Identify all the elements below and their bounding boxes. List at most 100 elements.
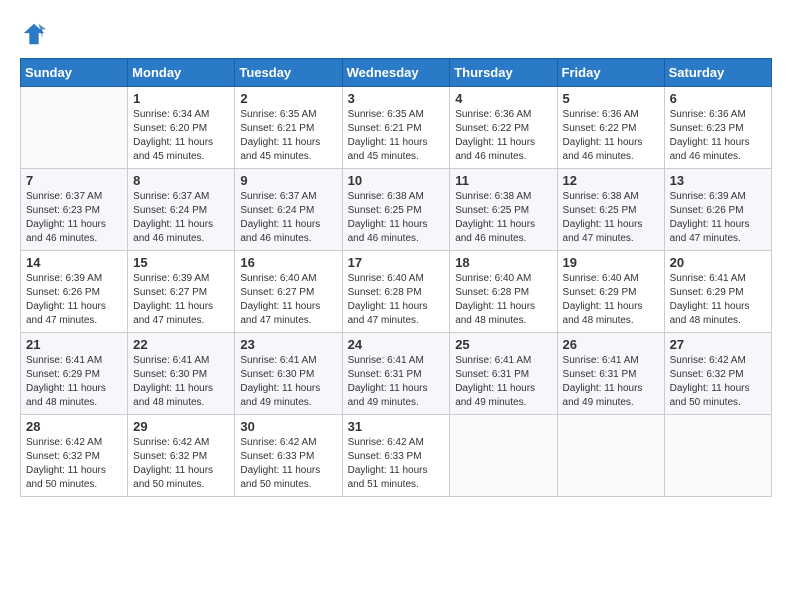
calendar-day-cell: 26 Sunrise: 6:41 AMSunset: 6:31 PMDayligh… xyxy=(557,333,664,415)
day-number: 2 xyxy=(240,91,336,106)
calendar-day-cell xyxy=(21,87,128,169)
weekday-header: Monday xyxy=(128,59,235,87)
calendar-day-cell: 4 Sunrise: 6:36 AMSunset: 6:22 PMDaylight… xyxy=(450,87,557,169)
logo xyxy=(20,20,52,48)
day-number: 13 xyxy=(670,173,766,188)
day-number: 7 xyxy=(26,173,122,188)
calendar-day-cell: 25 Sunrise: 6:41 AMSunset: 6:31 PMDayligh… xyxy=(450,333,557,415)
calendar-day-cell: 17 Sunrise: 6:40 AMSunset: 6:28 PMDayligh… xyxy=(342,251,450,333)
calendar-table: SundayMondayTuesdayWednesdayThursdayFrid… xyxy=(20,58,772,497)
day-number: 4 xyxy=(455,91,551,106)
day-number: 9 xyxy=(240,173,336,188)
day-number: 16 xyxy=(240,255,336,270)
weekday-header: Saturday xyxy=(664,59,771,87)
day-info: Sunrise: 6:42 AMSunset: 6:32 PMDaylight:… xyxy=(670,354,766,410)
calendar-day-cell: 7 Sunrise: 6:37 AMSunset: 6:23 PMDaylight… xyxy=(21,169,128,251)
calendar-day-cell xyxy=(450,415,557,497)
calendar-day-cell xyxy=(664,415,771,497)
calendar-day-cell: 19Sunrise: 6:40 AMSunset: 6:29 PMDayligh… xyxy=(557,251,664,333)
day-number: 27 xyxy=(670,337,766,352)
day-number: 28 xyxy=(26,419,122,434)
weekday-header: Friday xyxy=(557,59,664,87)
day-info: Sunrise: 6:38 AMSunset: 6:25 PMDaylight:… xyxy=(563,190,659,246)
day-info: Sunrise: 6:41 AMSunset: 6:31 PMDaylight:… xyxy=(348,354,445,410)
calendar-day-cell: 15 Sunrise: 6:39 AMSunset: 6:27 PMDayligh… xyxy=(128,251,235,333)
day-info: Sunrise: 6:41 AMSunset: 6:29 PMDaylight:… xyxy=(26,354,122,410)
day-info: Sunrise: 6:41 AMSunset: 6:31 PMDaylight:… xyxy=(563,354,659,410)
day-number: 17 xyxy=(348,255,445,270)
calendar-day-cell: 2 Sunrise: 6:35 AMSunset: 6:21 PMDaylight… xyxy=(235,87,342,169)
day-number: 25 xyxy=(455,337,551,352)
day-info: Sunrise: 6:39 AMSunset: 6:27 PMDaylight:… xyxy=(133,272,229,328)
calendar-day-cell: 23 Sunrise: 6:41 AMSunset: 6:30 PMDayligh… xyxy=(235,333,342,415)
calendar-day-cell: 30Sunrise: 6:42 AMSunset: 6:33 PMDayligh… xyxy=(235,415,342,497)
day-number: 15 xyxy=(133,255,229,270)
calendar-day-cell: 16 Sunrise: 6:40 AMSunset: 6:27 PMDayligh… xyxy=(235,251,342,333)
weekday-header: Tuesday xyxy=(235,59,342,87)
calendar-day-cell: 14 Sunrise: 6:39 AMSunset: 6:26 PMDayligh… xyxy=(21,251,128,333)
day-info: Sunrise: 6:40 AMSunset: 6:27 PMDaylight:… xyxy=(240,272,336,328)
weekday-header: Wednesday xyxy=(342,59,450,87)
day-info: Sunrise: 6:41 AMSunset: 6:29 PMDaylight:… xyxy=(670,272,766,328)
calendar-day-cell: 20 Sunrise: 6:41 AMSunset: 6:29 PMDayligh… xyxy=(664,251,771,333)
day-info: Sunrise: 6:41 AMSunset: 6:30 PMDaylight:… xyxy=(240,354,336,410)
day-number: 18 xyxy=(455,255,551,270)
day-info: Sunrise: 6:40 AMSunset: 6:29 PMDaylight:… xyxy=(563,272,659,328)
day-number: 30 xyxy=(240,419,336,434)
day-info: Sunrise: 6:42 AMSunset: 6:33 PMDaylight:… xyxy=(348,436,445,492)
calendar-day-cell: 28 Sunrise: 6:42 AMSunset: 6:32 PMDayligh… xyxy=(21,415,128,497)
day-info: Sunrise: 6:41 AMSunset: 6:30 PMDaylight:… xyxy=(133,354,229,410)
calendar-day-cell: 8 Sunrise: 6:37 AMSunset: 6:24 PMDaylight… xyxy=(128,169,235,251)
calendar-header-row: SundayMondayTuesdayWednesdayThursdayFrid… xyxy=(21,59,772,87)
day-number: 8 xyxy=(133,173,229,188)
day-info: Sunrise: 6:39 AMSunset: 6:26 PMDaylight:… xyxy=(26,272,122,328)
page-header xyxy=(20,20,772,48)
day-info: Sunrise: 6:42 AMSunset: 6:32 PMDaylight:… xyxy=(26,436,122,492)
day-number: 6 xyxy=(670,91,766,106)
day-info: Sunrise: 6:39 AMSunset: 6:26 PMDaylight:… xyxy=(670,190,766,246)
day-info: Sunrise: 6:37 AMSunset: 6:23 PMDaylight:… xyxy=(26,190,122,246)
day-info: Sunrise: 6:41 AMSunset: 6:31 PMDaylight:… xyxy=(455,354,551,410)
calendar-day-cell: 12 Sunrise: 6:38 AMSunset: 6:25 PMDayligh… xyxy=(557,169,664,251)
calendar-day-cell: 5 Sunrise: 6:36 AMSunset: 6:22 PMDaylight… xyxy=(557,87,664,169)
day-number: 14 xyxy=(26,255,122,270)
day-info: Sunrise: 6:37 AMSunset: 6:24 PMDaylight:… xyxy=(240,190,336,246)
logo-icon xyxy=(20,20,48,48)
day-info: Sunrise: 6:36 AMSunset: 6:22 PMDaylight:… xyxy=(563,108,659,164)
calendar-day-cell: 27 Sunrise: 6:42 AMSunset: 6:32 PMDayligh… xyxy=(664,333,771,415)
day-info: Sunrise: 6:42 AMSunset: 6:32 PMDaylight:… xyxy=(133,436,229,492)
calendar-day-cell: 1Sunrise: 6:34 AMSunset: 6:20 PMDaylight… xyxy=(128,87,235,169)
weekday-header: Sunday xyxy=(21,59,128,87)
day-number: 26 xyxy=(563,337,659,352)
day-info: Sunrise: 6:35 AMSunset: 6:21 PMDaylight:… xyxy=(348,108,445,164)
calendar-day-cell: 24 Sunrise: 6:41 AMSunset: 6:31 PMDayligh… xyxy=(342,333,450,415)
day-info: Sunrise: 6:36 AMSunset: 6:23 PMDaylight:… xyxy=(670,108,766,164)
calendar-day-cell: 18 Sunrise: 6:40 AMSunset: 6:28 PMDayligh… xyxy=(450,251,557,333)
day-number: 24 xyxy=(348,337,445,352)
day-number: 29 xyxy=(133,419,229,434)
day-number: 11 xyxy=(455,173,551,188)
calendar-day-cell: 22Sunrise: 6:41 AMSunset: 6:30 PMDayligh… xyxy=(128,333,235,415)
calendar-week-row: 1Sunrise: 6:34 AMSunset: 6:20 PMDaylight… xyxy=(21,87,772,169)
calendar-day-cell: 10Sunrise: 6:38 AMSunset: 6:25 PMDayligh… xyxy=(342,169,450,251)
calendar-week-row: 14 Sunrise: 6:39 AMSunset: 6:26 PMDayligh… xyxy=(21,251,772,333)
day-info: Sunrise: 6:40 AMSunset: 6:28 PMDaylight:… xyxy=(455,272,551,328)
day-info: Sunrise: 6:40 AMSunset: 6:28 PMDaylight:… xyxy=(348,272,445,328)
day-info: Sunrise: 6:37 AMSunset: 6:24 PMDaylight:… xyxy=(133,190,229,246)
day-number: 12 xyxy=(563,173,659,188)
calendar-day-cell: 3Sunrise: 6:35 AMSunset: 6:21 PMDaylight… xyxy=(342,87,450,169)
day-info: Sunrise: 6:35 AMSunset: 6:21 PMDaylight:… xyxy=(240,108,336,164)
day-number: 23 xyxy=(240,337,336,352)
day-number: 31 xyxy=(348,419,445,434)
day-info: Sunrise: 6:36 AMSunset: 6:22 PMDaylight:… xyxy=(455,108,551,164)
day-number: 10 xyxy=(348,173,445,188)
calendar-day-cell: 21Sunrise: 6:41 AMSunset: 6:29 PMDayligh… xyxy=(21,333,128,415)
day-number: 5 xyxy=(563,91,659,106)
calendar-week-row: 21Sunrise: 6:41 AMSunset: 6:29 PMDayligh… xyxy=(21,333,772,415)
calendar-day-cell xyxy=(557,415,664,497)
day-info: Sunrise: 6:34 AMSunset: 6:20 PMDaylight:… xyxy=(133,108,229,164)
calendar-day-cell: 31 Sunrise: 6:42 AMSunset: 6:33 PMDayligh… xyxy=(342,415,450,497)
day-number: 20 xyxy=(670,255,766,270)
calendar-day-cell: 6 Sunrise: 6:36 AMSunset: 6:23 PMDaylight… xyxy=(664,87,771,169)
calendar-week-row: 7 Sunrise: 6:37 AMSunset: 6:23 PMDaylight… xyxy=(21,169,772,251)
